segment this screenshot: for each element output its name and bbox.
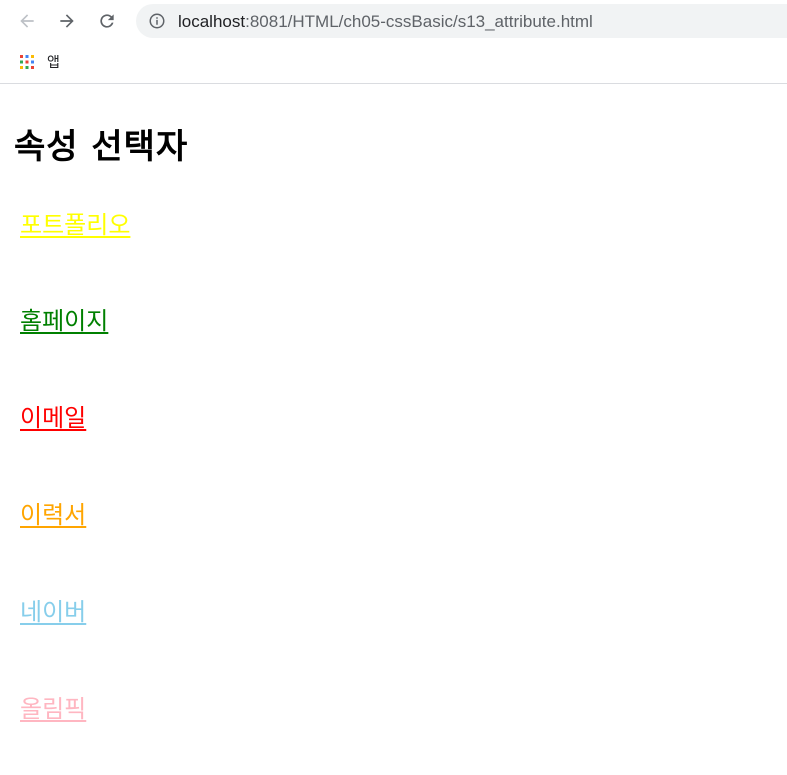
- address-bar[interactable]: localhost:8081/HTML/ch05-cssBasic/s13_at…: [136, 4, 787, 38]
- link-olympic[interactable]: 올림픽: [20, 689, 86, 724]
- bookmark-apps[interactable]: 앱: [19, 52, 60, 72]
- apps-grid-icon: [20, 55, 34, 69]
- reload-button[interactable]: [92, 6, 122, 36]
- browser-chrome: localhost:8081/HTML/ch05-cssBasic/s13_at…: [0, 0, 787, 84]
- url-host: localhost: [178, 12, 246, 31]
- link-naver[interactable]: 네이버: [20, 592, 86, 627]
- url-text[interactable]: localhost:8081/HTML/ch05-cssBasic/s13_at…: [178, 12, 593, 32]
- page-title: 속성 선택자: [14, 127, 189, 167]
- arrow-left-icon: [20, 14, 34, 28]
- forward-button[interactable]: [52, 6, 82, 36]
- page-content: 속성 선택자 포트폴리오 홈페이지 이메일 이력서 네이버 올림픽: [0, 85, 787, 775]
- bookmarks-bar: 앱: [0, 46, 787, 76]
- info-icon[interactable]: [148, 12, 166, 30]
- link-portfolio[interactable]: 포트폴리오: [20, 205, 130, 240]
- link-email[interactable]: 이메일: [20, 398, 86, 433]
- back-button[interactable]: [12, 6, 42, 36]
- link-homepage[interactable]: 홈페이지: [20, 301, 108, 336]
- arrow-right-icon: [60, 14, 74, 28]
- bookmark-apps-label: 앱: [47, 55, 60, 71]
- link-resume[interactable]: 이력서: [20, 495, 86, 530]
- reload-icon: [100, 14, 114, 28]
- browser-toolbar: localhost:8081/HTML/ch05-cssBasic/s13_at…: [0, 0, 787, 42]
- url-path: :8081/HTML/ch05-cssBasic/s13_attribute.h…: [245, 12, 593, 31]
